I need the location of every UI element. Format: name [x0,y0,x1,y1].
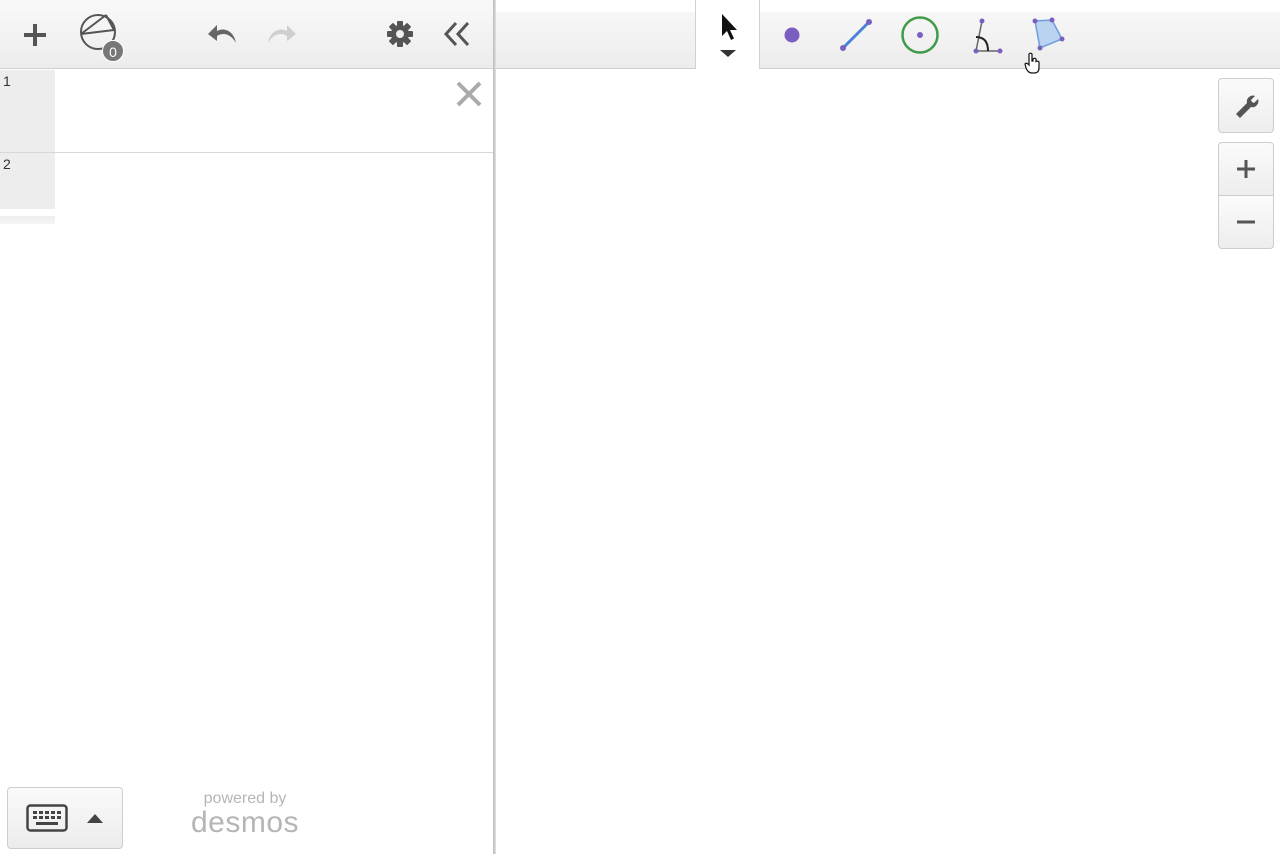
add-item-button[interactable] [14,14,56,56]
expression-gutter[interactable]: 2 [0,153,55,209]
angle-icon [973,18,1003,53]
gear-icon [387,21,413,47]
keyboard-toggle-button[interactable] [7,787,123,849]
zoom-in-icon [1237,160,1255,178]
graph-area[interactable] [496,0,1280,854]
expression-row[interactable]: 1 [0,70,493,153]
delete-expression-button[interactable] [453,78,485,110]
list-end-strip [0,216,55,224]
segment-icon [840,18,872,51]
circle-icon [901,15,939,54]
expression-toolbar: 0 [0,0,493,69]
segment-tool-button[interactable] [824,0,888,69]
desmos-logo: desmos [190,806,300,839]
construction-count-badge: 0 [102,40,124,62]
point-tool-button[interactable] [760,0,824,69]
construction-button[interactable]: 0 [76,10,130,62]
close-icon [456,81,482,107]
undo-button[interactable] [202,14,244,54]
settings-button[interactable] [380,14,420,54]
polygon-icon [1032,17,1065,50]
collapse-panel-button[interactable] [436,12,478,56]
arrow-cursor-icon [719,13,737,57]
zoom-in-button[interactable] [1218,142,1274,196]
redo-icon [268,25,296,43]
construction-toolbar [496,0,1280,69]
row-number: 1 [3,73,11,89]
graph-settings-button[interactable] [1218,78,1274,133]
zoom-out-icon [1237,220,1255,224]
expression-input[interactable] [55,70,493,152]
expression-list: 1 2 [0,70,493,224]
polygon-tool-button[interactable] [1016,0,1082,69]
caret-up-icon [87,814,103,823]
plus-icon [24,24,46,46]
powered-by-desmos[interactable]: powered by desmos [185,790,305,838]
expression-gutter[interactable]: 1 [0,70,55,152]
keyboard-icon [26,804,68,832]
redo-button[interactable] [260,14,302,54]
wrench-icon [1236,95,1259,118]
expression-input[interactable] [55,153,493,217]
row-number: 2 [3,156,11,172]
point-icon [784,27,800,42]
circle-tool-button[interactable] [888,0,952,69]
select-tool-button[interactable] [695,0,760,69]
zoom-out-button[interactable] [1218,195,1274,249]
undo-icon [208,25,236,43]
expression-row[interactable]: 2 [0,153,493,217]
expression-panel: 0 1 2 powered by desmos [0,0,493,854]
angle-tool-button[interactable] [952,0,1016,69]
double-chevron-left-icon [443,21,470,47]
